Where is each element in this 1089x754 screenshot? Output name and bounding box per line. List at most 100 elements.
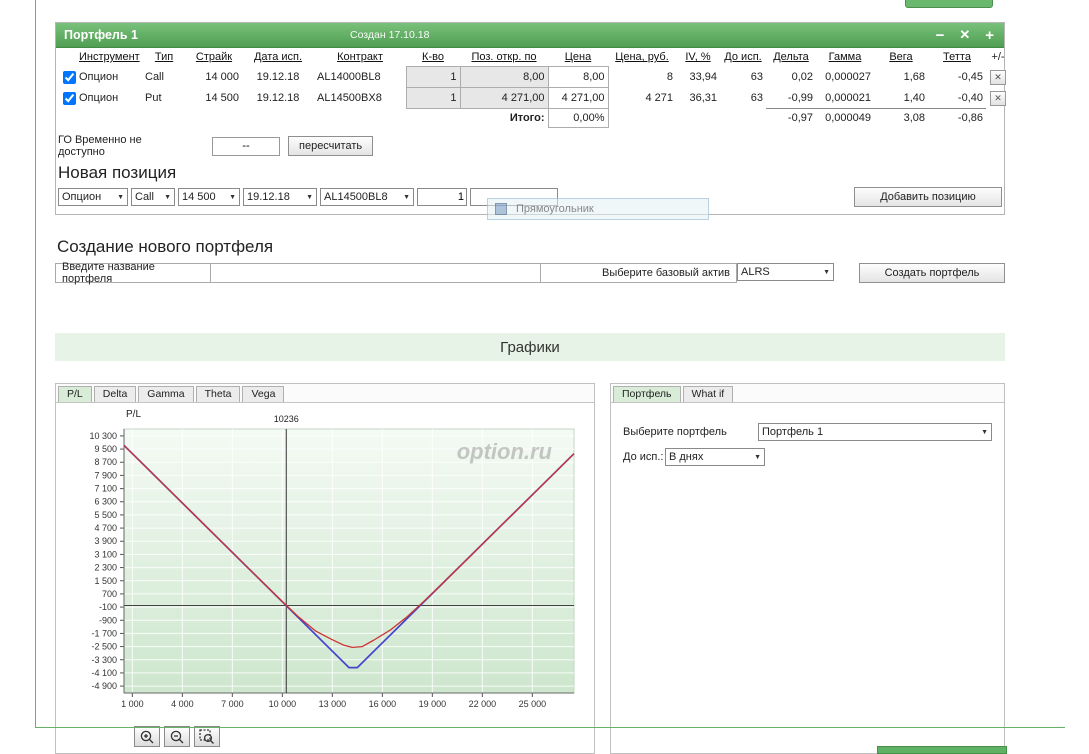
position-row: ОпционPut14 50019.12.18AL14500BX814 271,… bbox=[56, 88, 1010, 109]
position-checkbox[interactable] bbox=[63, 71, 76, 84]
strike-select[interactable]: 14 500 ▼ bbox=[178, 188, 240, 206]
charts-section-header: Графики bbox=[55, 333, 1005, 361]
col-header[interactable]: Дата исп. bbox=[242, 48, 314, 67]
strike-value: 14 500 bbox=[182, 191, 216, 203]
quantity-field[interactable] bbox=[417, 188, 467, 206]
cutoff-button-top[interactable] bbox=[905, 0, 993, 8]
svg-text:1 000: 1 000 bbox=[121, 699, 144, 709]
zoom-area-icon bbox=[199, 729, 215, 745]
cell-gamma: 0,000027 bbox=[816, 67, 874, 88]
chevron-down-icon: ▼ bbox=[754, 454, 761, 461]
svg-text:4 700: 4 700 bbox=[94, 523, 117, 533]
portfolio-name-input[interactable] bbox=[211, 263, 541, 283]
tab-theta[interactable]: Theta bbox=[196, 386, 241, 402]
go-value-field[interactable] bbox=[212, 137, 280, 156]
base-asset-select[interactable]: ALRS ▼ bbox=[737, 263, 834, 281]
tab-delta[interactable]: Delta bbox=[94, 386, 137, 402]
cell-type: Call bbox=[142, 67, 186, 88]
option-type-select[interactable]: Call▼ bbox=[131, 188, 175, 206]
cutoff-button-bottom[interactable] bbox=[877, 746, 1007, 754]
rectangle-tool-overlay[interactable]: Прямоугольник bbox=[487, 198, 709, 220]
page-left-border bbox=[35, 0, 36, 728]
cell-contract: AL14000BL8 bbox=[314, 67, 406, 88]
col-header[interactable]: Контракт bbox=[314, 48, 406, 67]
svg-text:7 900: 7 900 bbox=[94, 470, 117, 480]
delete-position-button[interactable]: ✕ bbox=[990, 91, 1006, 106]
delete-position-button[interactable]: ✕ bbox=[990, 70, 1006, 85]
cell-date: 19.12.18 bbox=[242, 67, 314, 88]
totals-vega: 3,08 bbox=[874, 109, 928, 128]
svg-text:25 000: 25 000 bbox=[519, 699, 547, 709]
svg-text:9 500: 9 500 bbox=[94, 444, 117, 454]
create-portfolio-button[interactable]: Создать портфель bbox=[859, 263, 1005, 283]
tab-vega[interactable]: Vega bbox=[242, 386, 284, 402]
col-header[interactable]: К-во bbox=[406, 48, 460, 67]
chevron-down-icon: ▼ bbox=[229, 194, 236, 201]
zoom-in-button[interactable] bbox=[134, 726, 160, 747]
checkbox-col-header bbox=[56, 48, 76, 67]
rectangle-icon bbox=[495, 203, 507, 215]
recalculate-button[interactable]: пересчитать bbox=[288, 136, 373, 156]
col-header[interactable]: Тип bbox=[142, 48, 186, 67]
col-header[interactable]: Цена, руб. bbox=[608, 48, 676, 67]
svg-text:2 300: 2 300 bbox=[94, 563, 117, 573]
col-header[interactable]: До исп. bbox=[720, 48, 766, 67]
days-mode-row: До исп.: В днях▼ bbox=[623, 448, 992, 466]
cell-qty: 1 bbox=[406, 88, 460, 109]
minimize-icon[interactable]: − bbox=[936, 27, 945, 44]
cell-theta: -0,40 bbox=[928, 88, 986, 109]
svg-text:-4 100: -4 100 bbox=[91, 668, 117, 678]
cell-pos_open: 8,00 bbox=[460, 67, 548, 88]
cell-price: 4 271,00 bbox=[548, 88, 608, 109]
add-position-button[interactable]: Добавить позицию bbox=[854, 187, 1002, 207]
base-asset-value: ALRS bbox=[741, 266, 770, 278]
col-header[interactable]: Вега bbox=[874, 48, 928, 67]
totals-label: Итого: bbox=[460, 109, 548, 128]
cell-days: 63 bbox=[720, 88, 766, 109]
chevron-down-icon: ▼ bbox=[306, 194, 313, 201]
col-header[interactable]: Страйк bbox=[186, 48, 242, 67]
expiry-date-select[interactable]: 19.12.18▼ bbox=[243, 188, 317, 206]
col-header[interactable]: Тетта bbox=[928, 48, 986, 67]
position-checkbox[interactable] bbox=[63, 92, 76, 105]
tab-p-l[interactable]: P/L bbox=[58, 386, 92, 402]
svg-text:7 000: 7 000 bbox=[221, 699, 244, 709]
zoom-area-button[interactable] bbox=[194, 726, 220, 747]
svg-text:22 000: 22 000 bbox=[469, 699, 497, 709]
col-header[interactable]: Цена bbox=[548, 48, 608, 67]
col-header[interactable]: Инструмент bbox=[76, 48, 142, 67]
charts-section-title: Графики bbox=[500, 339, 560, 356]
add-icon[interactable]: + bbox=[985, 27, 994, 44]
totals-delta: -0,97 bbox=[766, 109, 816, 128]
totals-row: Итого:0,00%-0,970,0000493,08-0,86 bbox=[56, 109, 1010, 128]
tab-what-if[interactable]: What if bbox=[683, 386, 734, 402]
svg-text:19 000: 19 000 bbox=[419, 699, 447, 709]
portfolio-select[interactable]: Портфель 1▼ bbox=[758, 423, 992, 441]
position-row: ОпционCall14 00019.12.18AL14000BL818,008… bbox=[56, 67, 1010, 88]
col-header[interactable]: Дельта bbox=[766, 48, 816, 67]
svg-text:P/L: P/L bbox=[126, 409, 141, 420]
col-header[interactable]: IV, % bbox=[676, 48, 720, 67]
pl-chart[interactable]: 10 3009 5008 7007 9007 1006 3005 5004 70… bbox=[56, 403, 592, 721]
close-icon[interactable]: ✕ bbox=[959, 27, 970, 43]
cell-instrument: Опцион bbox=[76, 88, 142, 109]
tab-портфель[interactable]: Портфель bbox=[613, 386, 681, 402]
contract-select[interactable]: AL14500BL8▼ bbox=[320, 188, 414, 206]
col-header[interactable]: Гамма bbox=[816, 48, 874, 67]
zoom-out-icon bbox=[169, 729, 185, 745]
contract-value: AL14500BL8 bbox=[324, 191, 388, 203]
svg-text:1 500: 1 500 bbox=[94, 576, 117, 586]
cell-iv: 36,31 bbox=[676, 88, 720, 109]
positions-table: ИнструментТипСтрайкДата исп.КонтрактК-во… bbox=[56, 48, 1010, 128]
go-row: ГО Временно не доступно пересчитать bbox=[56, 128, 1004, 160]
days-mode-select[interactable]: В днях▼ bbox=[665, 448, 765, 466]
cell-instrument: Опцион bbox=[76, 67, 142, 88]
col-header[interactable]: Поз. откр. по bbox=[460, 48, 548, 67]
cell-strike: 14 500 bbox=[186, 88, 242, 109]
instrument-type-select[interactable]: Опцион▼ bbox=[58, 188, 128, 206]
tab-gamma[interactable]: Gamma bbox=[138, 386, 193, 402]
chevron-down-icon: ▼ bbox=[823, 269, 830, 276]
svg-text:-3 300: -3 300 bbox=[91, 655, 117, 665]
zoom-out-button[interactable] bbox=[164, 726, 190, 747]
portfolio-settings-panel: ПортфельWhat if Выберите портфель Портфе… bbox=[610, 383, 1005, 754]
